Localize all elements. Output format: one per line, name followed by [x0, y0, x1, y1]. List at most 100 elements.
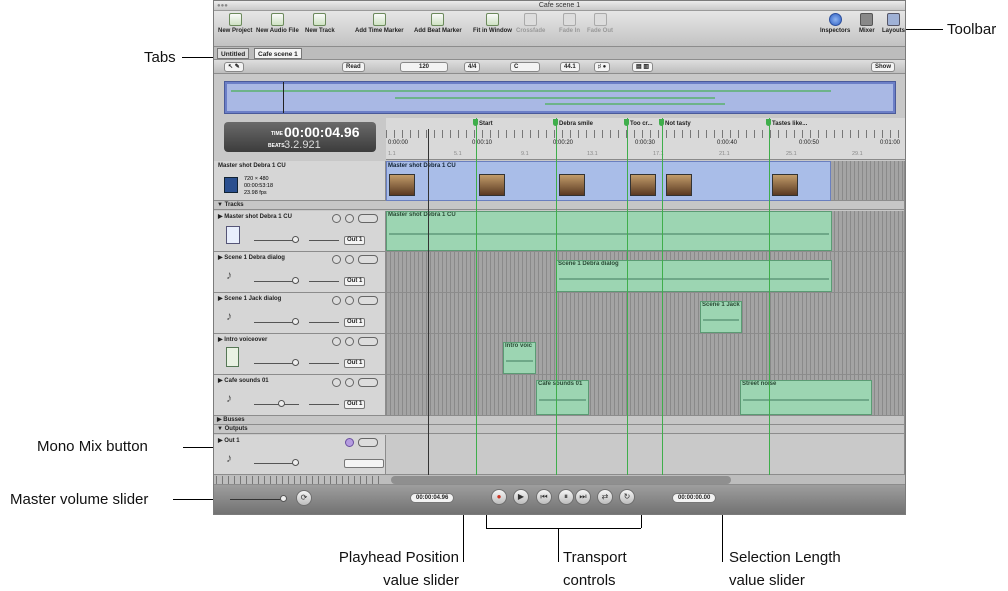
track-volume-knob[interactable] [278, 400, 285, 407]
tempo-slider[interactable]: 120 [400, 62, 448, 72]
go-to-beginning-button[interactable]: ⏮ [536, 489, 552, 505]
add-time-marker-button[interactable]: Add Time Marker [355, 13, 404, 34]
solo-button[interactable] [358, 255, 378, 264]
layouts-button[interactable]: Layouts [882, 13, 905, 34]
playhead-position-slider[interactable]: 00:00:04.96 [410, 493, 455, 503]
vertical-scrollbar[interactable] [904, 161, 905, 475]
mute-button[interactable] [345, 378, 354, 387]
play-from-start-button[interactable]: ▶ [513, 489, 529, 505]
snap-button[interactable]: ♯ ● [594, 62, 611, 72]
mute-button[interactable] [345, 255, 354, 264]
loop-button[interactable]: ↻ [619, 489, 635, 505]
output-volume-knob[interactable] [292, 459, 299, 466]
output-track-header[interactable]: ▶ Out 1 ♪ [214, 435, 386, 474]
master-volume-slider[interactable] [230, 499, 285, 500]
waveform [506, 359, 533, 362]
time-signature-menu[interactable]: 4/4 [464, 62, 481, 72]
track-volume-knob[interactable] [292, 359, 299, 366]
cycle-button[interactable]: ⇄ [597, 489, 613, 505]
crossfade-button[interactable]: Crossfade [516, 13, 545, 34]
marker-tastes-like[interactable]: Tastes like... [766, 119, 807, 127]
track-volume-knob[interactable] [292, 277, 299, 284]
playhead-line[interactable] [428, 129, 429, 475]
sample-rate-menu[interactable]: 44.1 [560, 62, 580, 72]
show-menu[interactable]: Show [871, 62, 895, 72]
marker-not-tasty[interactable]: Not tasty [659, 119, 691, 127]
audio-track-header[interactable]: ▶ Cafe sounds 01 ♪ Out 1 [214, 375, 386, 415]
track-pan-slider[interactable] [309, 322, 339, 323]
fit-in-window-button[interactable]: Fit in Window [473, 13, 512, 34]
solo-button[interactable] [358, 337, 378, 346]
record-button[interactable]: ● [491, 489, 507, 505]
add-beat-marker-button[interactable]: Add Beat Marker [414, 13, 462, 34]
go-to-end-button[interactable]: ⏭ [575, 489, 591, 505]
horizontal-scroll-thumb[interactable] [391, 476, 731, 484]
tab-cafe-scene-1[interactable]: Cafe scene 1 [254, 48, 302, 59]
audio-track-header[interactable]: ▶ Scene 1 Debra dialog ♪ Out 1 [214, 252, 386, 292]
global-timeline-overview[interactable] [224, 81, 896, 114]
output-device-menu[interactable] [344, 459, 384, 468]
tab-untitled[interactable]: Untitled [217, 48, 250, 59]
mono-mix-output-button[interactable]: ⟳ [296, 490, 312, 506]
new-audio-file-button[interactable]: New Audio File [256, 13, 299, 34]
track-output-menu[interactable]: Out 1 [344, 400, 366, 409]
solo-button[interactable] [358, 214, 378, 223]
track-pan-slider[interactable] [309, 363, 339, 364]
track-output-menu[interactable]: Out 1 [344, 277, 366, 286]
mute-button[interactable] [345, 214, 354, 223]
view-buttons[interactable]: ▤ ▥ [632, 62, 654, 72]
video-clip[interactable]: Master shot Debra 1 CU [386, 161, 831, 201]
play-pause-button[interactable]: ⏸ [558, 489, 574, 505]
record-enable-button[interactable] [332, 337, 341, 346]
audio-track-header[interactable]: ▶ Scene 1 Jack dialog ♪ Out 1 [214, 293, 386, 333]
record-enable-button[interactable] [332, 255, 341, 264]
audio-clip[interactable]: Scene 1 Jack [700, 301, 742, 333]
new-track-button[interactable]: New Track [305, 13, 335, 34]
master-volume-knob[interactable] [280, 495, 287, 502]
key-menu[interactable]: C [510, 62, 540, 72]
selection-length-slider[interactable]: 00:00:00.00 [672, 493, 717, 503]
mono-mix-button[interactable] [345, 438, 354, 447]
output-solo-button[interactable] [358, 438, 378, 447]
record-enable-button[interactable] [332, 378, 341, 387]
record-enable-button[interactable] [332, 296, 341, 305]
marker-debra-smile[interactable]: Debra smile [553, 119, 593, 127]
marker-too-cr[interactable]: Too cr... [624, 119, 653, 127]
solo-button[interactable] [358, 296, 378, 305]
track-output-menu[interactable]: Out 1 [344, 318, 366, 327]
new-project-button[interactable]: New Project [218, 13, 252, 34]
fade-in-button[interactable]: Fade In [559, 13, 580, 34]
inspectors-button[interactable]: Inspectors [820, 13, 850, 34]
track-volume-slider[interactable] [254, 404, 299, 405]
timeline-ruler[interactable]: Start Debra smile Too cr... Not tasty Ta… [386, 118, 905, 160]
mute-button[interactable] [345, 337, 354, 346]
track-output-menu[interactable]: Out 1 [344, 359, 366, 368]
mute-button[interactable] [345, 296, 354, 305]
audio-track-header[interactable]: ▶ Master shot Debra 1 CU Out 1 [214, 211, 386, 251]
tracks-section-header[interactable]: ▼ Tracks [214, 201, 905, 210]
track-pan-slider[interactable] [309, 281, 339, 282]
track-pan-slider[interactable] [309, 404, 339, 405]
audio-clip[interactable]: Scene 1 Debra dialog [556, 260, 832, 292]
fade-out-button[interactable]: Fade Out [587, 13, 613, 34]
audio-clip[interactable]: Intro voic [503, 342, 536, 374]
automation-mode-menu[interactable]: Read [342, 62, 365, 72]
audio-clip[interactable]: Street noise [740, 380, 872, 415]
solo-button[interactable] [358, 378, 378, 387]
audio-track-header[interactable]: ▶ Intro voiceover Out 1 [214, 334, 386, 374]
track-name: ▶ Cafe sounds 01 [218, 378, 269, 384]
mixer-button[interactable]: Mixer [859, 13, 875, 34]
record-enable-button[interactable] [332, 214, 341, 223]
busses-section-header[interactable]: ▶ Busses [214, 416, 905, 425]
video-track-header[interactable]: Master shot Debra 1 CU 720 × 480 00:00:5… [214, 161, 386, 200]
track-volume-knob[interactable] [292, 318, 299, 325]
track-volume-knob[interactable] [292, 236, 299, 243]
zoom-scroll-bar[interactable] [214, 475, 905, 485]
audio-clip[interactable]: Master shot Debra 1 CU [386, 211, 832, 251]
zoom-control[interactable] [216, 476, 381, 484]
pointer-tool-button[interactable]: ↖ ✎ [224, 62, 244, 72]
audio-clip[interactable]: Cafe sounds 01 [536, 380, 589, 415]
track-output-menu[interactable]: Out 1 [344, 236, 366, 245]
track-pan-slider[interactable] [309, 240, 339, 241]
outputs-section-header[interactable]: ▼ Outputs [214, 425, 905, 434]
